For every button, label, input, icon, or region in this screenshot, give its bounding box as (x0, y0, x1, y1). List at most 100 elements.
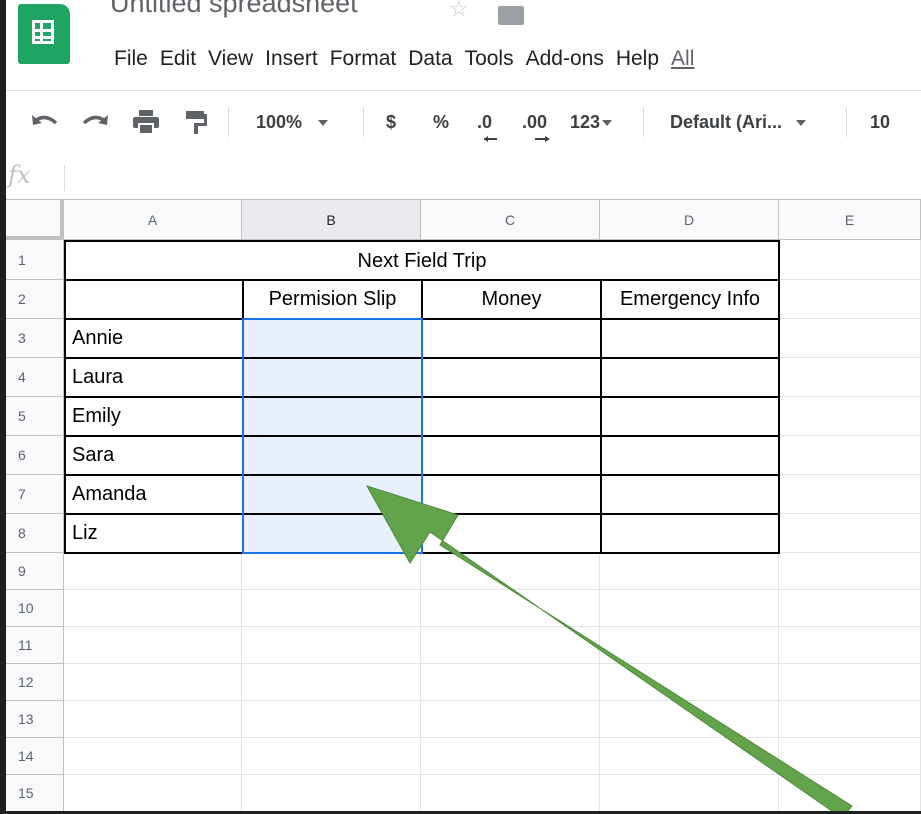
table-cell[interactable] (421, 664, 600, 701)
table-cell[interactable] (600, 590, 779, 627)
table-cell[interactable] (421, 435, 602, 476)
name-cell[interactable]: Amanda (64, 474, 244, 515)
row-header[interactable]: 3 (6, 319, 64, 358)
table-cell[interactable] (421, 701, 600, 738)
table-cell[interactable] (64, 627, 242, 664)
table-cell[interactable] (242, 627, 421, 664)
row-header[interactable]: 15 (6, 775, 64, 811)
table-cell[interactable] (600, 513, 780, 554)
decrease-decimal-button[interactable]: .0 (477, 107, 492, 137)
table-cell[interactable] (421, 553, 600, 590)
redo-icon[interactable] (80, 111, 110, 133)
table-cell[interactable] (421, 590, 600, 627)
currency-format-button[interactable]: $ (386, 107, 396, 137)
row-header[interactable]: 6 (6, 436, 64, 475)
table-cell[interactable] (64, 701, 242, 738)
row-header[interactable]: 7 (6, 475, 64, 514)
header-cell[interactable]: Emergency Info (600, 279, 780, 320)
header-cell[interactable]: Money (421, 279, 602, 320)
menu-addons[interactable]: Add-ons (520, 44, 610, 74)
menu-file[interactable]: File (108, 44, 154, 74)
star-icon[interactable]: ☆ (449, 0, 469, 22)
table-cell[interactable] (600, 318, 780, 359)
table-cell[interactable] (600, 701, 779, 738)
table-cell[interactable] (421, 396, 602, 437)
table-cell[interactable] (242, 553, 421, 590)
row-header[interactable]: 4 (6, 358, 64, 397)
increase-decimal-button[interactable]: .00 (522, 107, 547, 137)
name-cell[interactable]: Annie (64, 318, 244, 359)
table-cell[interactable] (421, 474, 602, 515)
table-cell[interactable] (600, 435, 780, 476)
header-cell[interactable]: Permision Slip (242, 279, 423, 320)
name-cell[interactable]: Laura (64, 357, 244, 398)
table-cell[interactable] (600, 396, 780, 437)
table-cell[interactable] (600, 775, 779, 811)
table-cell[interactable] (421, 318, 602, 359)
menu-help[interactable]: Help (610, 44, 665, 74)
table-cell[interactable] (600, 627, 779, 664)
table-cell[interactable] (421, 775, 600, 811)
folder-icon[interactable] (498, 6, 524, 25)
table-cell[interactable] (779, 738, 921, 775)
table-cell[interactable] (779, 358, 921, 397)
table-cell[interactable] (779, 701, 921, 738)
table-cell[interactable] (421, 627, 600, 664)
table-cell[interactable] (64, 279, 244, 320)
table-cell[interactable] (64, 738, 242, 775)
font-size-input[interactable]: 10 (870, 107, 890, 137)
table-cell[interactable] (242, 435, 423, 476)
row-header[interactable]: 5 (6, 397, 64, 436)
more-formats-button[interactable]: 123 (570, 107, 613, 137)
column-header-d[interactable]: D (600, 200, 779, 240)
document-title[interactable]: Untitled spreadsheet (110, 0, 358, 19)
row-header[interactable]: 2 (6, 280, 64, 319)
table-cell[interactable] (242, 738, 421, 775)
row-header[interactable]: 11 (6, 627, 64, 664)
table-cell[interactable] (242, 664, 421, 701)
column-header-b[interactable]: B (242, 200, 421, 240)
column-header-e[interactable]: E (779, 200, 921, 240)
menu-insert[interactable]: Insert (259, 44, 324, 74)
row-header[interactable]: 1 (6, 240, 64, 280)
table-cell[interactable] (779, 240, 921, 280)
menu-edit[interactable]: Edit (154, 44, 202, 74)
table-cell[interactable] (779, 514, 921, 553)
table-cell[interactable] (64, 664, 242, 701)
table-cell[interactable] (779, 553, 921, 590)
table-cell[interactable] (421, 738, 600, 775)
row-header[interactable]: 14 (6, 738, 64, 775)
row-header[interactable]: 13 (6, 701, 64, 738)
menu-format[interactable]: Format (324, 44, 403, 74)
column-header-c[interactable]: C (421, 200, 600, 240)
table-cell[interactable] (600, 553, 779, 590)
merged-title-cell[interactable]: Next Field Trip (64, 240, 780, 281)
table-cell[interactable] (242, 775, 421, 811)
paint-format-icon[interactable] (184, 109, 210, 135)
table-cell[interactable] (779, 319, 921, 358)
print-icon[interactable] (132, 109, 160, 135)
table-cell[interactable] (242, 357, 423, 398)
font-family-select[interactable]: Default (Ari... (670, 107, 807, 137)
table-cell[interactable] (779, 627, 921, 664)
table-cell[interactable] (779, 775, 921, 811)
select-all-corner[interactable] (6, 200, 64, 240)
column-header-a[interactable]: A (64, 200, 242, 240)
table-cell[interactable] (600, 738, 779, 775)
menu-data[interactable]: Data (402, 44, 458, 74)
table-cell[interactable] (779, 397, 921, 436)
table-cell[interactable] (600, 664, 779, 701)
sheets-logo-icon[interactable] (18, 4, 70, 64)
table-cell[interactable] (242, 513, 423, 554)
name-cell[interactable]: Emily (64, 396, 244, 437)
table-cell[interactable] (64, 553, 242, 590)
table-cell[interactable] (779, 280, 921, 319)
menu-tools[interactable]: Tools (459, 44, 520, 74)
all-changes-link[interactable]: All (665, 44, 700, 74)
table-cell[interactable] (242, 474, 423, 515)
table-cell[interactable] (779, 590, 921, 627)
menu-view[interactable]: View (202, 44, 259, 74)
table-cell[interactable] (421, 357, 602, 398)
table-cell[interactable] (242, 318, 423, 359)
table-cell[interactable] (64, 775, 242, 811)
